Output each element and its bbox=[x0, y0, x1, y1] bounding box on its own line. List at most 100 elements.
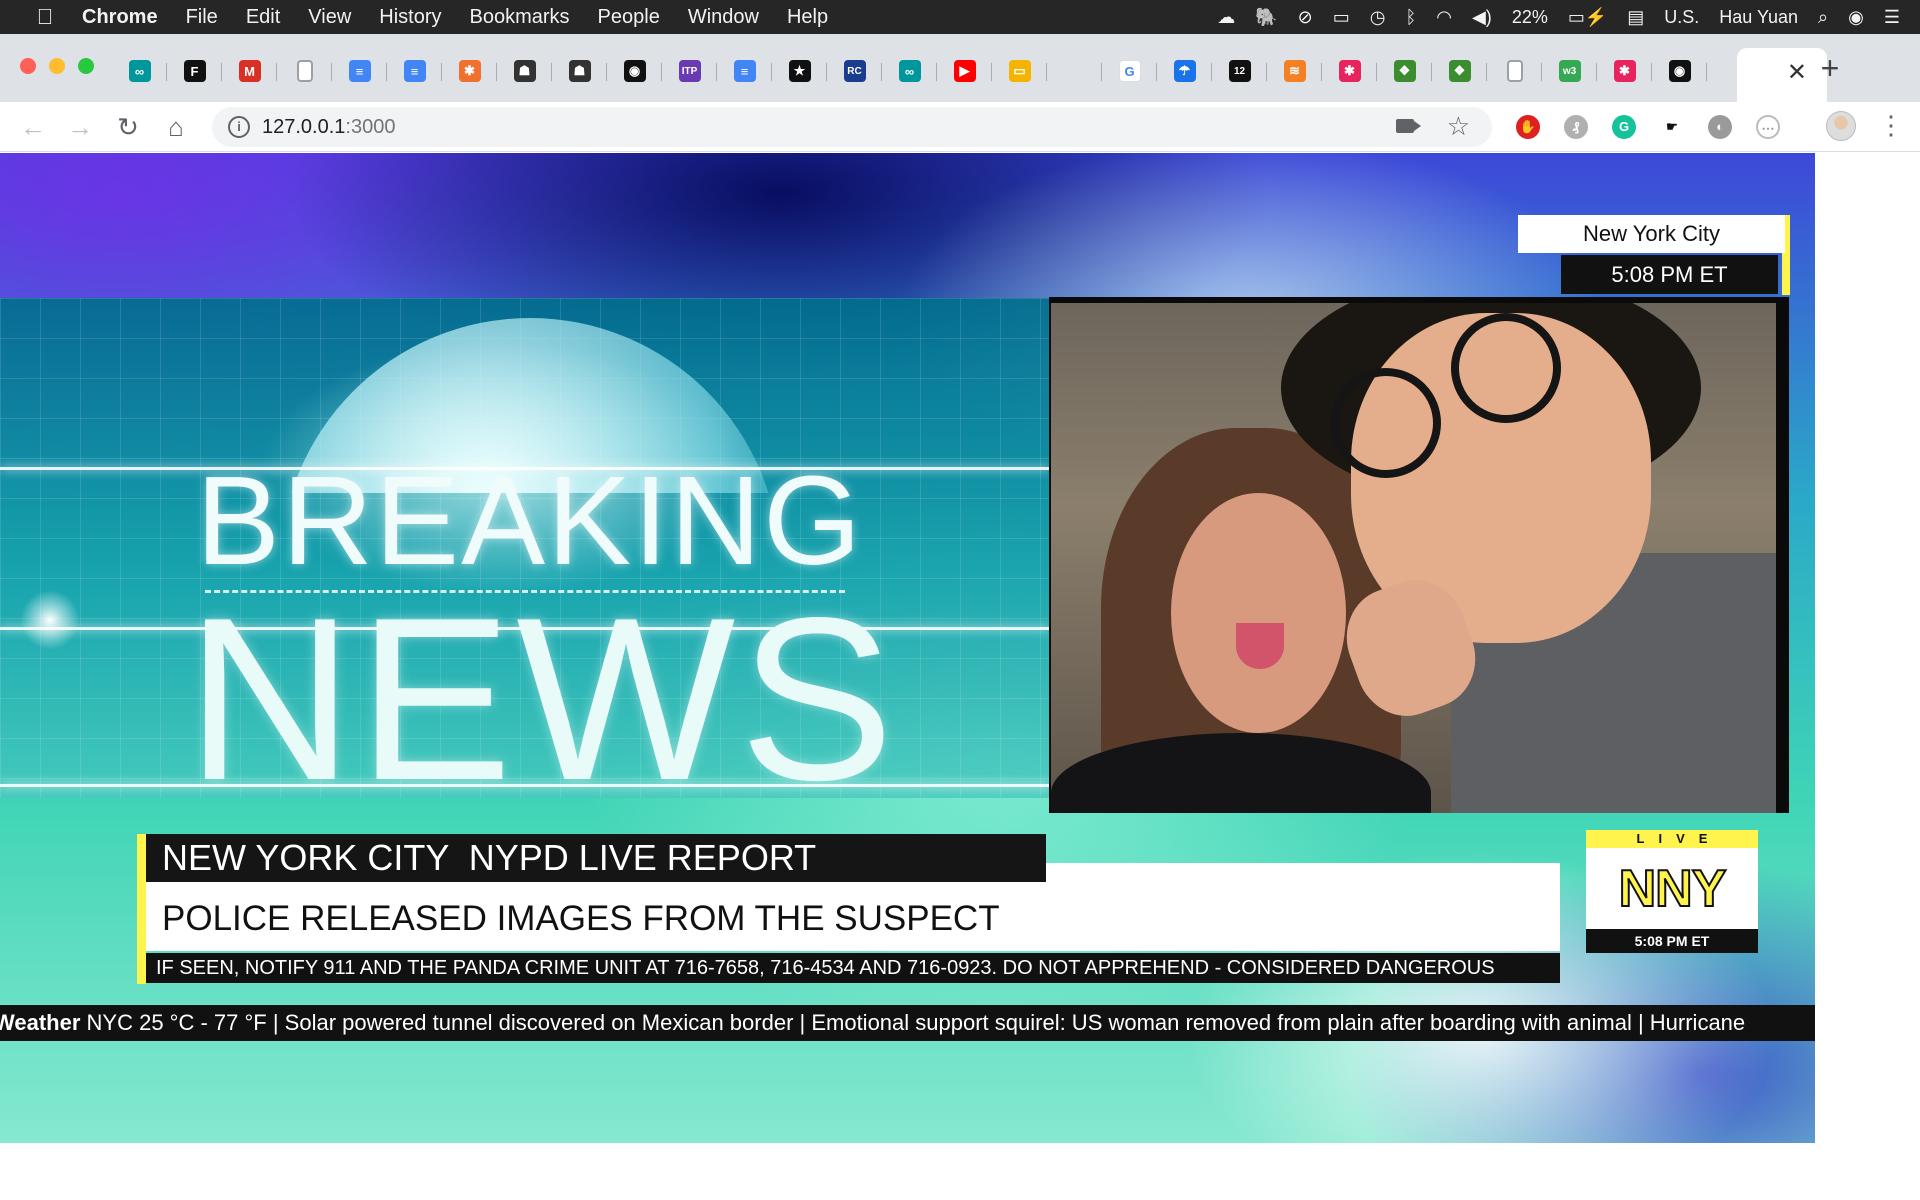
pinned-tab[interactable]: G bbox=[1102, 51, 1157, 91]
pinned-tab[interactable]: F bbox=[167, 51, 222, 91]
focus-icon[interactable]: ⊘ bbox=[1298, 7, 1313, 28]
user-name[interactable]: Hau Yuan bbox=[1719, 7, 1798, 28]
sheets-icon: w3 bbox=[1558, 60, 1581, 82]
menu-view[interactable]: View bbox=[308, 6, 351, 29]
notification-center-icon[interactable]: ☰ bbox=[1884, 7, 1900, 28]
logo-time: 5:08 PM ET bbox=[1586, 929, 1758, 953]
pinned-tab[interactable]: ▶ bbox=[937, 51, 992, 91]
star-badge-icon: ★ bbox=[788, 60, 811, 82]
input-source[interactable]: U.S. bbox=[1664, 7, 1699, 28]
pinned-tab[interactable] bbox=[277, 51, 332, 91]
pinned-tab[interactable]: w3 bbox=[1542, 51, 1597, 91]
pinned-tab[interactable]: ☗ bbox=[497, 51, 552, 91]
new-tab-button[interactable]: + bbox=[1810, 48, 1850, 88]
pinned-tab[interactable]: ◉ bbox=[607, 51, 662, 91]
evernote-icon[interactable]: 🐘 bbox=[1255, 7, 1277, 28]
apple-menu-icon[interactable]:  bbox=[30, 4, 60, 30]
menu-people[interactable]: People bbox=[598, 6, 660, 29]
robot-icon: ☗ bbox=[568, 60, 591, 82]
pinned-tab[interactable]: ITP bbox=[662, 51, 717, 91]
pinned-tab[interactable]: ≡ bbox=[332, 51, 387, 91]
pinned-tab[interactable]: ✱ bbox=[442, 51, 497, 91]
profile-avatar[interactable] bbox=[1826, 111, 1856, 141]
pinned-tab[interactable]: ✱ bbox=[1597, 51, 1652, 91]
home-button[interactable]: ⌂ bbox=[161, 112, 191, 142]
battery-icon[interactable]: ▭⚡ bbox=[1568, 7, 1607, 28]
pinned-tab[interactable]: ❖ bbox=[1432, 51, 1487, 91]
adblock-extension-icon[interactable]: ✋ bbox=[1516, 115, 1540, 139]
pinned-tab[interactable]: ★ bbox=[772, 51, 827, 91]
ticker-text: NYC 25 °C - 77 °F | Solar powered tunnel… bbox=[80, 1010, 1746, 1035]
menu-history[interactable]: History bbox=[379, 6, 441, 29]
pinned-tab[interactable]: ≋ bbox=[1267, 51, 1322, 91]
camera-in-use-icon[interactable] bbox=[1396, 119, 1421, 133]
pinned-tab[interactable]: ∞ bbox=[882, 51, 937, 91]
wifi-icon[interactable]: ◠ bbox=[1436, 7, 1452, 28]
menu-bookmarks[interactable]: Bookmarks bbox=[470, 6, 570, 29]
siri-icon[interactable]: ◉ bbox=[1848, 7, 1864, 28]
airplay-icon[interactable]: ▭ bbox=[1333, 7, 1350, 28]
pinned-tab[interactable]: ☂ bbox=[1157, 51, 1212, 91]
creative-cloud-icon[interactable]: ☁ bbox=[1217, 7, 1235, 28]
breaking-title: BREAKING bbox=[196, 450, 864, 591]
code-extension-icon[interactable]: ⋯ bbox=[1756, 115, 1780, 139]
pinned-tab[interactable]: ▭ bbox=[992, 51, 1047, 91]
pinned-tab[interactable]: ❖ bbox=[1377, 51, 1432, 91]
docs-icon: ≡ bbox=[733, 60, 756, 82]
pinned-tab[interactable]: RC bbox=[827, 51, 882, 91]
pinned-tab[interactable]: ☗ bbox=[552, 51, 607, 91]
pinned-tab[interactable]: ∞ bbox=[112, 51, 167, 91]
pinned-tab[interactable]: ≡ bbox=[387, 51, 442, 91]
menu-app-chrome[interactable]: Chrome bbox=[82, 6, 158, 29]
headline-sub-text: IF SEEN, NOTIFY 911 AND THE PANDA CRIME … bbox=[146, 953, 1560, 983]
asterisk-icon: ✱ bbox=[1338, 60, 1361, 82]
url-text[interactable]: 127.0.0.1:3000 bbox=[262, 116, 395, 139]
more-menu-icon[interactable]: ⋮ bbox=[1878, 110, 1904, 140]
pointer-extension-icon[interactable]: ☛ bbox=[1660, 115, 1684, 139]
person-left-face bbox=[1171, 493, 1346, 733]
forward-button[interactable]: → bbox=[65, 112, 95, 142]
menu-window[interactable]: Window bbox=[688, 6, 759, 29]
close-window-button[interactable] bbox=[20, 58, 36, 74]
zoom-window-button[interactable] bbox=[78, 58, 94, 74]
gray-extension-icon[interactable]: ₰ bbox=[1564, 115, 1588, 139]
arduino-icon: ∞ bbox=[898, 60, 921, 82]
url-host: 127.0.0.1 bbox=[262, 116, 346, 138]
volume-icon[interactable]: ◀) bbox=[1472, 7, 1492, 28]
site-info-icon[interactable]: i bbox=[228, 116, 250, 138]
pinned-tab[interactable]: M bbox=[222, 51, 277, 91]
pinned-tab[interactable]: ◉ bbox=[1652, 51, 1707, 91]
pinwheel-icon: ✱ bbox=[458, 60, 481, 82]
pinned-tab[interactable] bbox=[1047, 51, 1102, 91]
menu-file[interactable]: File bbox=[186, 6, 218, 29]
close-icon[interactable]: ✕ bbox=[1787, 58, 1807, 87]
pinned-tab[interactable] bbox=[1487, 51, 1542, 91]
time-label: 5:08 PM ET bbox=[1561, 255, 1778, 294]
live-label: LIVE bbox=[1586, 830, 1758, 848]
webcam-feed bbox=[1051, 303, 1776, 813]
page-icon bbox=[1506, 60, 1523, 82]
reload-button[interactable]: ↻ bbox=[113, 112, 143, 142]
battery-percent[interactable]: 22% bbox=[1512, 7, 1548, 28]
youtube-icon: ▶ bbox=[953, 60, 976, 82]
rc-icon: RC bbox=[843, 60, 866, 82]
menu-edit[interactable]: Edit bbox=[246, 6, 280, 29]
spotlight-icon[interactable]: ⌕ bbox=[1818, 7, 1828, 28]
bluetooth-icon[interactable]: ᛒ bbox=[1405, 7, 1416, 28]
pinned-tab[interactable]: ≡ bbox=[717, 51, 772, 91]
pinned-tabs: ∞ F M ≡ ≡ ✱ ☗ ☗ ◉ ITP ≡ ★ RC ∞ ▶ ▭ G ☂ 12 ≋ ✱ ❖ ❖ w3 ✱ ◉ bbox=[112, 48, 1707, 94]
address-bar[interactable]: i 127.0.0.1:3000 ☆ bbox=[212, 107, 1492, 147]
bookmark-star-icon[interactable]: ☆ bbox=[1447, 111, 1470, 142]
person-left-tongue bbox=[1236, 623, 1284, 669]
back-button[interactable]: ← bbox=[18, 112, 48, 142]
menu-help[interactable]: Help bbox=[787, 6, 828, 29]
lens-flare bbox=[20, 590, 80, 650]
flag-us-icon[interactable]: ▤ bbox=[1627, 7, 1644, 28]
grammarly-extension-icon[interactable]: G bbox=[1612, 115, 1636, 139]
time-machine-icon[interactable]: ◷ bbox=[1370, 7, 1386, 28]
disc-extension-icon[interactable]: ◐ bbox=[1708, 115, 1732, 139]
pinned-tab[interactable]: 12 bbox=[1212, 51, 1267, 91]
pinned-tab[interactable]: ✱ bbox=[1322, 51, 1377, 91]
minimize-window-button[interactable] bbox=[49, 58, 65, 74]
news-ticker: Weather NYC 25 °C - 77 °F | Solar powere… bbox=[0, 1005, 1815, 1041]
